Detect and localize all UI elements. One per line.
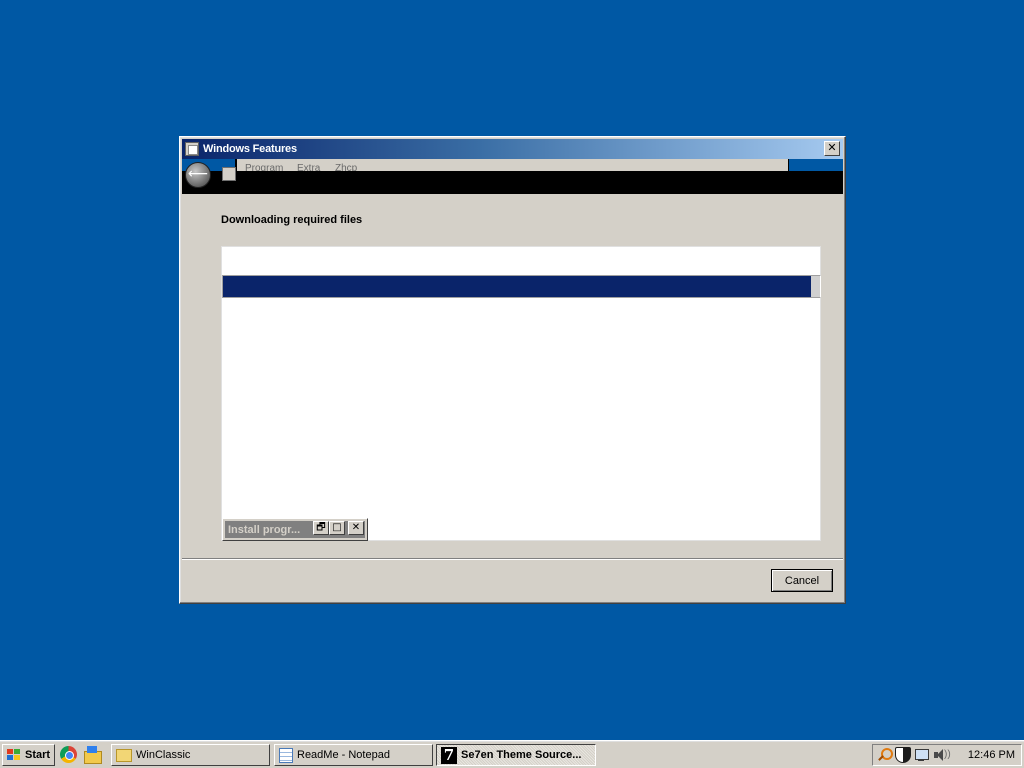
clock[interactable]: 12:46 PM (968, 749, 1015, 761)
maximize-button[interactable]: □ (329, 521, 345, 535)
start-button[interactable]: Start (2, 744, 55, 766)
menu-item-program[interactable]: Program (245, 163, 283, 171)
task-label: Se7en Theme Source... (461, 749, 582, 761)
shield-tray-icon[interactable] (895, 747, 911, 763)
search-tray-icon[interactable] (876, 747, 893, 763)
restore-button[interactable]: 🗗 (313, 521, 329, 535)
title-bar[interactable]: Windows Features ✕ (182, 139, 843, 159)
windows-features-dialog: Windows Features ✕ Program Extra Zhcp ⟵ … (179, 136, 846, 604)
content-panel: Install progr... 🗗 □ ✕ (221, 246, 821, 541)
chrome-icon[interactable] (60, 746, 77, 763)
progress-fill (223, 276, 812, 297)
task-button-winclassic[interactable]: WinClassic (111, 744, 270, 766)
cancel-button[interactable]: Cancel (771, 569, 833, 592)
se7en-icon: 7 (441, 746, 457, 764)
menu-bar: Program Extra Zhcp (237, 159, 788, 171)
install-progress-minimized-window[interactable]: Install progr... 🗗 □ ✕ (222, 518, 368, 541)
close-button[interactable]: ✕ (824, 141, 840, 156)
footer-separator (182, 558, 843, 560)
task-button-readme-notepad[interactable]: ReadMe - Notepad (274, 744, 433, 766)
folder-icon (116, 748, 132, 762)
menu-item-zhcp[interactable]: Zhcp (335, 163, 357, 171)
network-tray-icon[interactable] (914, 747, 930, 763)
status-heading: Downloading required files (221, 214, 363, 226)
task-label: WinClassic (136, 749, 191, 761)
taskbar: Start WinClassic ReadMe - Notepad 7 Se7e… (0, 740, 1024, 768)
navigation-bar: Program Extra Zhcp ⟵ (182, 159, 843, 194)
home-icon[interactable] (83, 746, 102, 764)
task-button-se7en-theme[interactable]: 7 Se7en Theme Source... (436, 744, 596, 766)
windows-logo-icon (6, 748, 22, 762)
windows-features-icon (185, 142, 199, 156)
download-progress-bar (222, 275, 821, 298)
mini-close-button[interactable]: ✕ (348, 521, 364, 535)
system-tray: )) 12:46 PM (872, 744, 1022, 766)
window-title: Windows Features (203, 143, 297, 155)
menu-item-extra[interactable]: Extra (297, 163, 320, 171)
start-label: Start (25, 749, 51, 761)
task-label: ReadMe - Notepad (297, 749, 390, 761)
nav-glitch-right (789, 159, 843, 171)
notepad-icon (279, 747, 293, 763)
quick-launch (60, 746, 102, 764)
back-button[interactable]: ⟵ (185, 162, 211, 188)
mini-window-title: Install progr... (228, 523, 301, 536)
features-small-icon (222, 167, 236, 181)
speaker-tray-icon[interactable]: )) (933, 747, 951, 763)
